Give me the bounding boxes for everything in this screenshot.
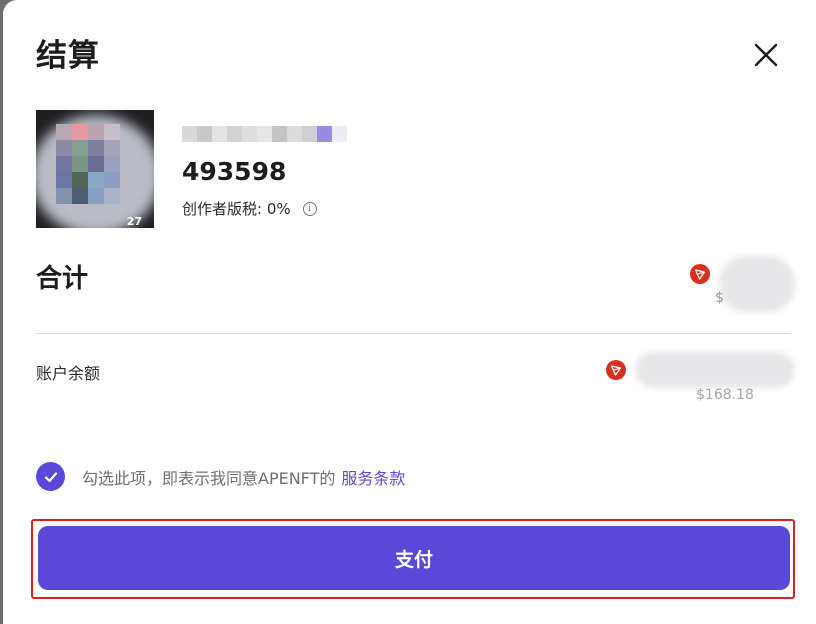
nft-thumbnail: 27 bbox=[36, 110, 154, 228]
divider bbox=[36, 333, 791, 334]
nft-number: 493598 bbox=[182, 157, 287, 186]
checkmark-icon bbox=[44, 471, 57, 482]
trx-icon bbox=[690, 264, 710, 284]
checkout-dialog: 结算 27 493598 创作者版税: 0% i 合计 $ 账户余额 $168.… bbox=[3, 0, 816, 624]
royalty-row: 创作者版税: 0% i bbox=[182, 198, 317, 219]
agreement-checkbox[interactable] bbox=[36, 462, 65, 491]
pay-button[interactable]: 支付 bbox=[38, 526, 790, 590]
total-usd-prefix: $ bbox=[715, 290, 724, 306]
info-icon[interactable]: i bbox=[302, 201, 317, 216]
balance-usd: $168.18 bbox=[696, 387, 754, 403]
close-button[interactable] bbox=[751, 40, 781, 70]
trx-icon bbox=[606, 360, 626, 380]
total-amount-obscured bbox=[719, 256, 795, 312]
nft-name-obscured bbox=[182, 126, 362, 142]
thumbnail-badge: 27 bbox=[126, 215, 142, 228]
agreement-text: 勾选此项，即表示我同意APENFT的 bbox=[82, 468, 336, 488]
total-label: 合计 bbox=[36, 264, 89, 294]
close-icon[interactable] bbox=[751, 40, 781, 70]
agreement-row: 勾选此项，即表示我同意APENFT的 服务条款 bbox=[36, 462, 405, 491]
balance-label: 账户余额 bbox=[36, 364, 101, 383]
terms-link[interactable]: 服务条款 bbox=[341, 465, 405, 489]
royalty-label: 创作者版税: 0% bbox=[182, 200, 291, 218]
balance-amount-obscured bbox=[635, 352, 795, 388]
dialog-title: 结算 bbox=[36, 38, 100, 74]
